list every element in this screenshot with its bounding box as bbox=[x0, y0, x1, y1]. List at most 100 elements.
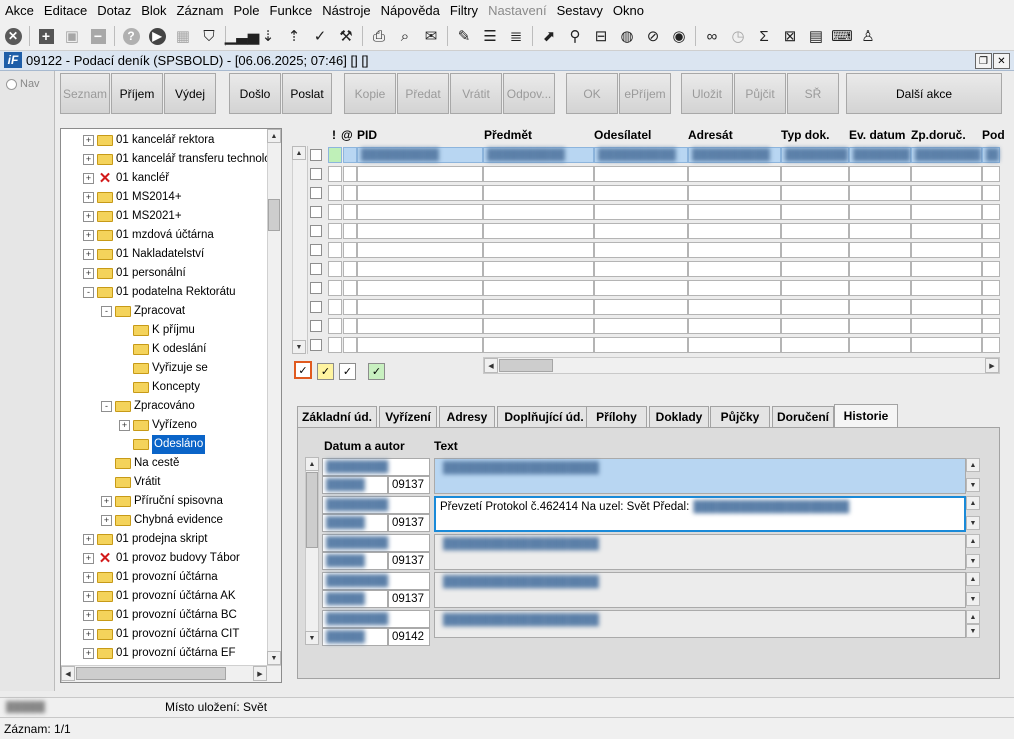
tree-expander-icon[interactable]: + bbox=[83, 173, 94, 184]
grid-cell[interactable] bbox=[781, 261, 849, 277]
grid-cell[interactable] bbox=[781, 337, 849, 353]
tree-expander-icon[interactable]: + bbox=[83, 629, 94, 640]
grid-cell[interactable] bbox=[328, 261, 342, 277]
list-icon[interactable]: ☰ bbox=[479, 25, 501, 47]
menu-item[interactable]: Filtry bbox=[445, 0, 483, 22]
user-icon[interactable]: ♙ bbox=[857, 25, 879, 47]
seznam-button[interactable]: Seznam bbox=[60, 73, 110, 114]
grid-cell[interactable] bbox=[849, 261, 911, 277]
grid-cell[interactable] bbox=[849, 337, 911, 353]
history-author-field[interactable]: █████ bbox=[322, 590, 388, 608]
tree-scroll-up-button[interactable]: ▲ bbox=[267, 129, 281, 143]
history-author-id[interactable]: 09137 bbox=[388, 590, 430, 608]
row-checkbox[interactable] bbox=[310, 225, 322, 237]
grid-cell[interactable] bbox=[343, 147, 357, 163]
grid-cell[interactable] bbox=[328, 223, 342, 239]
tree-node[interactable]: +01 provozní účtárna EF bbox=[83, 644, 236, 663]
grid-cell[interactable] bbox=[483, 242, 594, 258]
grid-cell[interactable] bbox=[688, 280, 781, 296]
grid-cell[interactable] bbox=[343, 280, 357, 296]
grid-scroll-up-button[interactable]: ▲ bbox=[292, 146, 306, 160]
play-icon[interactable]: ▶ bbox=[146, 25, 168, 47]
row-checkbox[interactable] bbox=[310, 263, 322, 275]
tree-node[interactable]: +01 prodejna skript bbox=[83, 530, 207, 549]
tree-scroll-left-button[interactable]: ◀ bbox=[61, 666, 75, 681]
sort-down-icon[interactable]: ⇣ bbox=[257, 25, 279, 47]
grid-cell[interactable]: ██████████ bbox=[911, 147, 982, 163]
tree-expander-icon[interactable]: + bbox=[83, 249, 94, 260]
col-flag[interactable]: ! bbox=[332, 126, 336, 145]
grid-cell[interactable] bbox=[357, 185, 483, 201]
tab-item[interactable]: Přílohy bbox=[586, 406, 647, 427]
grid-cell[interactable] bbox=[688, 299, 781, 315]
grid-cell[interactable] bbox=[594, 318, 688, 334]
menu-item[interactable]: Dotaz bbox=[92, 0, 136, 22]
grid-cell[interactable] bbox=[688, 223, 781, 239]
tree-expander-icon[interactable]: - bbox=[101, 401, 112, 412]
grid-cell[interactable] bbox=[911, 242, 982, 258]
history-author-field[interactable]: █████ bbox=[322, 514, 388, 532]
paperclip-icon[interactable]: ⚲ bbox=[564, 25, 586, 47]
grid-cell[interactable] bbox=[594, 280, 688, 296]
tree-hscroll-thumb[interactable] bbox=[76, 667, 226, 680]
grid-cell[interactable]: ██████████ bbox=[594, 147, 688, 163]
signal-bars-icon[interactable]: ▁▃▅ bbox=[225, 25, 260, 47]
grid-cell[interactable] bbox=[328, 185, 342, 201]
tree-expander-icon[interactable]: + bbox=[83, 192, 94, 203]
history-date-field[interactable]: ████████ bbox=[322, 458, 430, 476]
history-text-field[interactable]: Převzetí Protokol č.462414 Na uzel: Svět… bbox=[434, 496, 966, 532]
grid-cell[interactable] bbox=[982, 166, 1000, 182]
grid-cell[interactable] bbox=[688, 337, 781, 353]
vydej-button[interactable]: Výdej bbox=[164, 73, 216, 114]
grid-cell[interactable] bbox=[688, 204, 781, 220]
grid-cell[interactable]: ██████████ bbox=[357, 147, 483, 163]
grid-cell[interactable] bbox=[982, 204, 1000, 220]
history-text-scroll-down-button[interactable]: ▼ bbox=[966, 516, 980, 530]
grid-cell[interactable]: ██████████ bbox=[688, 147, 781, 163]
grid-cell[interactable] bbox=[357, 261, 483, 277]
grid-cell[interactable] bbox=[911, 299, 982, 315]
close-circle-icon[interactable]: ✕ bbox=[2, 25, 24, 47]
grid-cell[interactable] bbox=[849, 223, 911, 239]
grid-cell[interactable] bbox=[849, 185, 911, 201]
tree-node[interactable]: K odeslání bbox=[119, 340, 206, 359]
history-text-scroll-up-button[interactable]: ▲ bbox=[966, 610, 980, 624]
grid-cell[interactable] bbox=[483, 166, 594, 182]
tab-item[interactable]: Půjčky bbox=[710, 406, 770, 427]
grid-cell[interactable] bbox=[594, 299, 688, 315]
tree-node[interactable]: +01 kancelář transferu technologií bbox=[83, 150, 281, 169]
tree-node[interactable]: Odesláno bbox=[119, 435, 206, 454]
history-text-field[interactable]: ████████████████████ bbox=[434, 572, 966, 608]
col-evdatum[interactable]: Ev. datum bbox=[849, 126, 905, 145]
col-attachment[interactable]: @ bbox=[341, 126, 353, 145]
grid-cell[interactable] bbox=[982, 242, 1000, 258]
menu-item[interactable]: Záznam bbox=[172, 0, 229, 22]
sort-up-icon[interactable]: ⇡ bbox=[283, 25, 305, 47]
grid-cell[interactable] bbox=[781, 223, 849, 239]
nav-toggle[interactable]: Nav bbox=[6, 78, 40, 90]
grid-cell[interactable] bbox=[911, 261, 982, 277]
tree-expander-icon[interactable]: + bbox=[83, 648, 94, 659]
grid-cell[interactable] bbox=[849, 204, 911, 220]
grid-cell[interactable] bbox=[688, 242, 781, 258]
grid-cell[interactable] bbox=[911, 166, 982, 182]
tree-expander-icon[interactable]: + bbox=[83, 534, 94, 545]
grid-cell[interactable] bbox=[328, 299, 342, 315]
grid-cell[interactable] bbox=[343, 223, 357, 239]
history-author-field[interactable]: █████ bbox=[322, 552, 388, 570]
filter-checkbox-all[interactable]: ✓ bbox=[294, 361, 312, 379]
edit-icon[interactable]: ✎ bbox=[453, 25, 475, 47]
calendar-icon[interactable]: ▦ bbox=[172, 25, 194, 47]
grid-cell[interactable] bbox=[357, 242, 483, 258]
eprijem-button[interactable]: ePříjem bbox=[619, 73, 671, 114]
signpost-icon[interactable]: ⊟ bbox=[590, 25, 612, 47]
tree-node[interactable]: +01 mzdová účtárna bbox=[83, 226, 214, 245]
history-row[interactable]: ████████ █████ 09137 ████████████████████ ▲ ▼ bbox=[322, 458, 984, 494]
restore-window-button[interactable]: ❐ bbox=[975, 53, 992, 69]
grid-cell[interactable] bbox=[849, 242, 911, 258]
grid-cell[interactable] bbox=[849, 166, 911, 182]
row-checkbox[interactable] bbox=[310, 320, 322, 332]
grid-cell[interactable] bbox=[357, 280, 483, 296]
col-typ[interactable]: Typ dok. bbox=[781, 126, 829, 145]
print-preview-icon[interactable]: ⌕ bbox=[394, 25, 416, 47]
